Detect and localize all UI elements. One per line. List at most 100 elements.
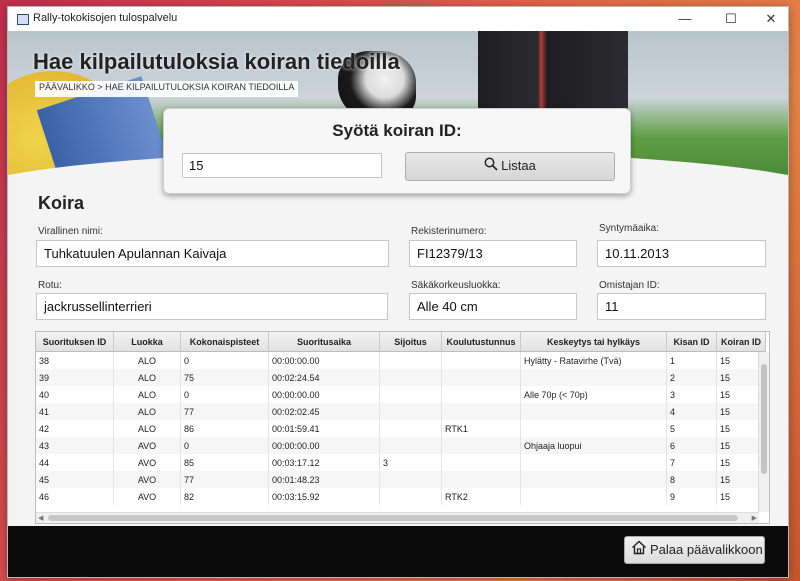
table-cell <box>441 471 521 488</box>
table-cell: 6 <box>666 437 717 454</box>
maximize-button[interactable]: ☐ <box>714 7 748 31</box>
table-cell <box>520 471 667 488</box>
table-cell: 3 <box>379 454 442 471</box>
official-name-label: Virallinen nimi: <box>38 226 103 237</box>
table-cell: AVO <box>113 454 181 471</box>
horizontal-scrollbar[interactable]: ◀ ▶ <box>36 512 759 523</box>
table-cell: ALO <box>113 403 181 420</box>
page-title: Hae kilpailutuloksia koiran tiedoilla <box>33 49 400 74</box>
table-cell: 44 <box>36 454 114 471</box>
footer-bar: Palaa päävalikkoon <box>8 526 788 577</box>
table-cell <box>441 369 521 386</box>
column-header[interactable]: Suoritusaika <box>268 332 380 352</box>
back-to-main-menu-button[interactable]: Palaa päävalikkoon <box>624 536 765 564</box>
table-cell: 4 <box>666 403 717 420</box>
table-cell <box>441 403 521 420</box>
table-row[interactable]: 41 ALO 77 00:02:02.45 4 15 <box>36 403 766 420</box>
results-table[interactable]: Suorituksen ID Luokka Kokonaispisteet Su… <box>35 331 770 524</box>
table-row[interactable]: 38 ALO 0 00:00:00.00 Hylätty - Ratavirhe… <box>36 351 766 369</box>
column-header[interactable]: Luokka <box>113 332 181 352</box>
table-cell <box>379 488 442 505</box>
close-button[interactable]: ✕ <box>754 7 788 31</box>
birth-date-label: Syntymäaika: <box>599 223 660 234</box>
banner-photo <box>478 31 628 111</box>
column-header[interactable]: Kisan ID <box>666 332 717 352</box>
table-cell: 00:00:00.00 <box>268 351 380 369</box>
table-cell <box>520 488 667 505</box>
table-cell <box>379 369 442 386</box>
table-cell: 45 <box>36 471 114 488</box>
minimize-button[interactable]: — <box>668 7 702 31</box>
birth-date-field[interactable]: 10.11.2013 <box>597 240 766 267</box>
registration-field[interactable]: FI12379/13 <box>409 240 577 267</box>
table-row[interactable]: 43 AVO 0 00:00:00.00 Ohjaaja luopui 6 15 <box>36 437 766 454</box>
table-cell: AVO <box>113 471 181 488</box>
column-header[interactable]: Sijoitus <box>379 332 442 352</box>
table-cell: 43 <box>36 437 114 454</box>
table-cell <box>379 420 442 437</box>
table-cell: 2 <box>666 369 717 386</box>
table-cell <box>441 454 521 471</box>
table-cell: 8 <box>666 471 717 488</box>
table-row[interactable]: 39 ALO 75 00:02:24.54 2 15 <box>36 369 766 386</box>
column-header[interactable]: Koulutustunnus <box>441 332 521 352</box>
table-cell <box>520 403 667 420</box>
table-cell <box>441 437 521 454</box>
table-cell: Ohjaaja luopui <box>520 437 667 454</box>
breadcrumb: PÄÄVALIKKO > HAE KILPAILUTULOKSIA KOIRAN… <box>35 81 299 97</box>
window-title: Rally-tokokisojen tulospalvelu <box>33 12 178 24</box>
table-cell: 85 <box>180 454 269 471</box>
table-cell <box>441 386 521 403</box>
scrollbar-thumb[interactable] <box>761 364 767 474</box>
column-header[interactable]: Koiran ID <box>716 332 766 352</box>
table-cell: 9 <box>666 488 717 505</box>
column-header[interactable]: Keskeytys tai hylkäys <box>520 332 667 352</box>
table-cell: 38 <box>36 351 114 369</box>
table-cell <box>441 351 521 369</box>
table-cell <box>379 403 442 420</box>
table-cell: 39 <box>36 369 114 386</box>
table-cell: ALO <box>113 420 181 437</box>
vertical-scrollbar[interactable] <box>758 352 769 512</box>
table-cell: 00:02:24.54 <box>268 369 380 386</box>
column-header[interactable]: Kokonaispisteet <box>180 332 269 352</box>
registration-label: Rekisterinumero: <box>411 226 487 237</box>
list-button[interactable]: Listaa <box>405 152 615 181</box>
table-row[interactable]: 45 AVO 77 00:01:48.23 8 15 <box>36 471 766 488</box>
table-cell: ALO <box>113 351 181 369</box>
table-cell: 40 <box>36 386 114 403</box>
table-cell: Alle 70p (< 70p) <box>520 386 667 403</box>
table-cell: 77 <box>180 471 269 488</box>
table-row[interactable]: 44 AVO 85 00:03:17.12 3 7 15 <box>36 454 766 471</box>
column-header[interactable]: Suorituksen ID <box>36 332 114 352</box>
official-name-field[interactable]: Tuhkatuulen Apulannan Kaivaja <box>36 240 389 267</box>
table-cell: 41 <box>36 403 114 420</box>
owner-id-label: Omistajan ID: <box>599 280 660 291</box>
table-cell: 00:03:15.92 <box>268 488 380 505</box>
table-cell: Hylätty - Ratavirhe (Tvä) <box>520 351 667 369</box>
scroll-left-icon[interactable]: ◀ <box>38 514 43 522</box>
table-cell: 00:02:02.45 <box>268 403 380 420</box>
table-cell: 82 <box>180 488 269 505</box>
table-cell: ALO <box>113 386 181 403</box>
owner-id-field[interactable]: 11 <box>597 293 766 320</box>
table-header-row: Suorituksen ID Luokka Kokonaispisteet Su… <box>36 332 766 352</box>
search-heading: Syötä koiran ID: <box>332 121 462 140</box>
table-cell: RTK1 <box>441 420 521 437</box>
scroll-right-icon[interactable]: ▶ <box>752 514 757 522</box>
table-cell: RTK2 <box>441 488 521 505</box>
table-cell <box>379 351 442 369</box>
dog-id-input[interactable] <box>182 153 382 178</box>
height-class-field[interactable]: Alle 40 cm <box>409 293 577 320</box>
table-cell <box>520 420 667 437</box>
table-cell: 0 <box>180 437 269 454</box>
table-row[interactable]: 46 AVO 82 00:03:15.92 RTK2 9 15 <box>36 488 766 505</box>
table-cell: 42 <box>36 420 114 437</box>
table-cell: 77 <box>180 403 269 420</box>
table-cell: 00:01:48.23 <box>268 471 380 488</box>
scrollbar-thumb[interactable] <box>48 515 738 521</box>
breed-field[interactable]: jackrussellinterrieri <box>36 293 388 320</box>
table-row[interactable]: 40 ALO 0 00:00:00.00 Alle 70p (< 70p) 3 … <box>36 386 766 403</box>
height-class-label: Säkäkorkeusluokka: <box>411 280 501 291</box>
table-row[interactable]: 42 ALO 86 00:01:59.41 RTK1 5 15 <box>36 420 766 437</box>
